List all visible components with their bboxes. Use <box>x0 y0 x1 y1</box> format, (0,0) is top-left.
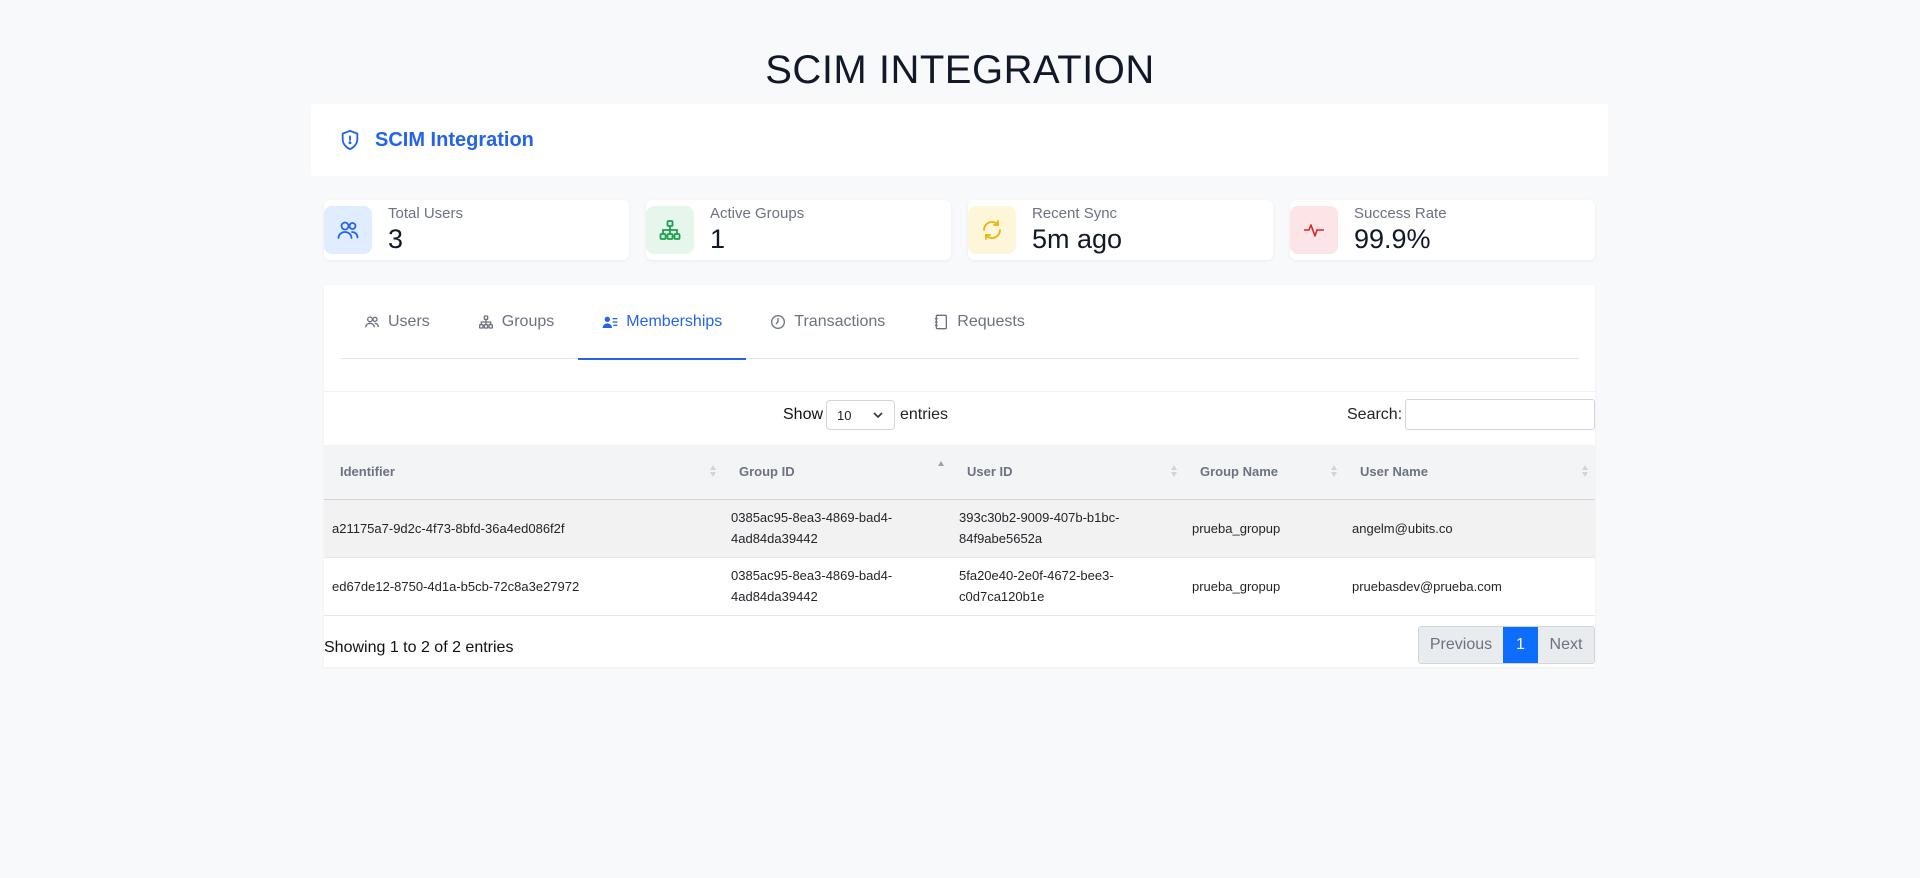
tab-label: Memberships <box>626 313 723 330</box>
column-label: Identifier <box>340 464 395 480</box>
sort-icon <box>710 465 716 477</box>
stat-recent-sync: Recent Sync 5m ago <box>968 200 1273 260</box>
show-label: Show <box>783 406 824 423</box>
cell-user-id: 393c30b2-9009-407b-b1bc-84f9abe5652a <box>951 499 1184 558</box>
tab-label: Users <box>388 313 430 330</box>
search-input[interactable] <box>1405 399 1595 430</box>
cell-identifier: ed67de12-8750-4d1a-b5cb-72c8a3e27972 <box>324 557 723 616</box>
cell-user-name: pruebasdev@prueba.com <box>1344 557 1595 616</box>
entries-label: entries <box>900 406 949 423</box>
stat-label: Recent Sync <box>1032 205 1118 222</box>
page-title: SCIM INTEGRATION <box>765 48 1155 92</box>
column-label: Group ID <box>739 464 795 480</box>
cell-group-name: prueba_gropup <box>1184 499 1344 558</box>
tab-label: Requests <box>957 313 1025 330</box>
column-label: User Name <box>1360 464 1428 480</box>
cell-user-name: angelm@ubits.co <box>1344 499 1595 558</box>
sitemap-icon <box>646 206 694 254</box>
stat-value: 3 <box>388 224 404 254</box>
cell-group-id: 0385ac95-8ea3-4869-bad4-4ad84da39442 <box>723 499 951 558</box>
column-label: User ID <box>967 464 1013 480</box>
table-row: a21175a7-9d2c-4f73-8bfd-36a4ed086f2f 038… <box>324 499 1595 558</box>
stat-total-users: Total Users 3 <box>324 200 629 260</box>
sort-icon <box>1331 465 1337 477</box>
activity-icon <box>1290 206 1338 254</box>
cell-group-name: prueba_gropup <box>1184 557 1344 616</box>
pagination: Previous 1 Next <box>1418 626 1595 664</box>
sync-icon <box>968 206 1016 254</box>
tab-memberships[interactable]: Memberships <box>578 285 747 360</box>
tab-users[interactable]: Users <box>340 285 454 359</box>
next-button[interactable]: Next <box>1538 627 1594 663</box>
stat-value: 5m ago <box>1032 224 1123 254</box>
table-info: Showing 1 to 2 of 2 entries <box>324 639 514 656</box>
stat-success-rate: Success Rate 99.9% <box>1290 200 1595 260</box>
shield-icon <box>339 129 361 151</box>
header-title: SCIM Integration <box>375 128 534 151</box>
table-row: ed67de12-8750-4d1a-b5cb-72c8a3e27972 038… <box>324 557 1595 616</box>
stat-value: 1 <box>710 224 726 254</box>
main-card: Users Groups Memberships Transactions Re… <box>324 285 1595 667</box>
table-controls: Show 10 entries Search: <box>324 392 1595 440</box>
tab-transactions[interactable]: Transactions <box>746 285 909 359</box>
cell-identifier: a21175a7-9d2c-4f73-8bfd-36a4ed086f2f <box>324 499 723 558</box>
column-label: Group Name <box>1200 464 1279 480</box>
stat-label: Success Rate <box>1354 205 1447 222</box>
memberships-table: Identifier Group ID User ID Group Name U… <box>324 445 1595 616</box>
page-length-value: 10 <box>837 407 852 423</box>
previous-button[interactable]: Previous <box>1419 627 1503 663</box>
sort-icon <box>1582 465 1588 477</box>
cell-user-id: 5fa20e40-2e0f-4672-bee3-c0d7ca120b1e <box>951 557 1184 616</box>
sort-icon <box>1171 465 1177 477</box>
tab-label: Transactions <box>794 313 886 330</box>
table-header-row: Identifier Group ID User ID Group Name U… <box>324 445 1595 500</box>
sitemap-icon <box>478 315 493 329</box>
tab-requests[interactable]: Requests <box>909 285 1049 359</box>
column-header-user-id[interactable]: User ID <box>951 445 1184 500</box>
header-card: SCIM Integration <box>311 104 1608 176</box>
column-header-group-name[interactable]: Group Name <box>1184 445 1344 500</box>
tab-bar: Users Groups Memberships Transactions Re… <box>340 285 1579 360</box>
column-header-group-id[interactable]: Group ID <box>723 445 951 500</box>
users-icon <box>365 316 379 328</box>
user-list-icon <box>602 316 618 328</box>
tab-label: Groups <box>501 313 555 330</box>
stat-active-groups: Active Groups 1 <box>646 200 951 260</box>
stats-row: Total Users 3 Active Groups 1 Recent Syn… <box>324 200 1595 260</box>
tab-groups[interactable]: Groups <box>454 285 578 359</box>
journal-icon <box>935 314 948 330</box>
users-icon <box>324 206 372 254</box>
page-length-select[interactable]: 10 <box>826 400 895 430</box>
sort-ascending-icon <box>938 461 944 466</box>
clock-icon <box>771 315 786 329</box>
column-header-identifier[interactable]: Identifier <box>324 445 723 500</box>
search-label: Search: <box>1347 406 1403 423</box>
cell-group-id: 0385ac95-8ea3-4869-bad4-4ad84da39442 <box>723 557 951 616</box>
stat-label: Total Users <box>388 205 464 222</box>
chevron-down-icon <box>873 412 883 419</box>
page-1-button[interactable]: 1 <box>1503 627 1538 663</box>
stat-value: 99.9% <box>1354 224 1431 254</box>
column-header-user-name[interactable]: User Name <box>1344 445 1595 500</box>
stat-label: Active Groups <box>710 205 805 222</box>
